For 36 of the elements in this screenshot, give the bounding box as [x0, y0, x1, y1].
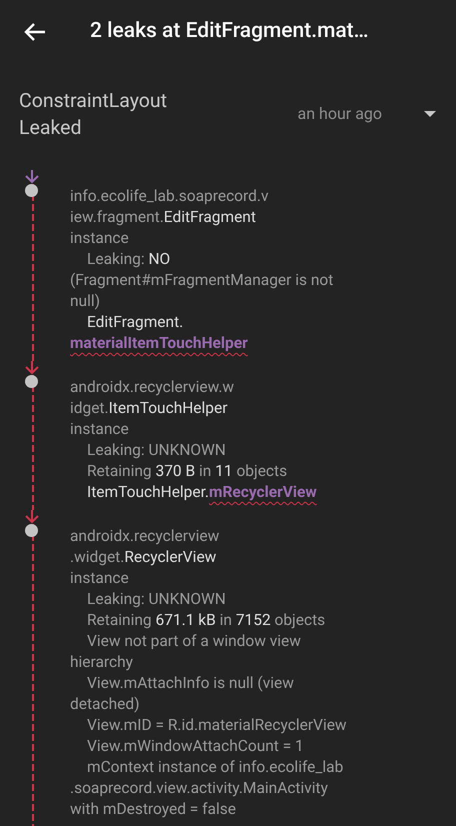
trace-line: View not part of a window view [86, 631, 301, 652]
trace-line: Retaining 671.1 kB in 7152 objects [86, 610, 326, 631]
trace-line: hierarchy [70, 652, 133, 673]
trace-line: .widget.RecyclerView [70, 547, 216, 568]
leak-title: ConstraintLayout [19, 88, 168, 114]
trace-line: Leaking: UNKNOWN [86, 589, 226, 610]
trace-line: .soaprecord.view.activity.MainActivity [70, 778, 328, 799]
trace-line: info.ecolife_lab.soaprecord.v [70, 186, 268, 207]
trace-line: (Fragment#mFragmentManager is not [70, 270, 334, 291]
trace-line: mContext instance of info.ecolife_lab [86, 757, 344, 778]
trace-line: EditFragment. [86, 312, 184, 333]
trace-line: instance [70, 419, 129, 440]
trace-line: Leaking: NO [86, 249, 170, 270]
leaking-reference: materialItemTouchHelper [70, 333, 248, 354]
back-arrow-icon [24, 22, 46, 42]
trace-line: androidx.recyclerview [70, 526, 220, 547]
leak-time: an hour ago [298, 103, 382, 125]
trace-line: instance [70, 228, 129, 249]
trace-line: View.mAttachInfo is null (view [86, 673, 294, 694]
trace-line: View.mID = R.id.materialRecyclerView [86, 715, 347, 736]
trace-line: instance [70, 568, 129, 589]
trace-line: iew.fragment.EditFragment [70, 207, 256, 228]
leak-title: Leaked [19, 115, 82, 141]
trace-line: View.mWindowAttachCount = 1 [86, 736, 304, 757]
trace-line: null) [70, 291, 100, 312]
trace-line: with mDestroyed = false [70, 799, 236, 820]
trace-line: androidx.recyclerview.w [70, 377, 234, 398]
leak-header[interactable]: ConstraintLayout Leaked an hour ago [0, 64, 456, 164]
dropdown-caret-icon [424, 110, 436, 118]
trace-line: idget.ItemTouchHelper [70, 398, 228, 419]
reference-owner: ItemTouchHelper. [87, 482, 210, 503]
trace-line: Leaking: UNKNOWN [86, 440, 226, 461]
trace-line: Retaining 370 B in 11 objects [86, 461, 288, 482]
trace-line: detached) [70, 694, 140, 715]
leaking-reference: mRecyclerView [209, 482, 317, 503]
screen-title: 2 leaks at EditFragment.mat… [90, 18, 369, 46]
